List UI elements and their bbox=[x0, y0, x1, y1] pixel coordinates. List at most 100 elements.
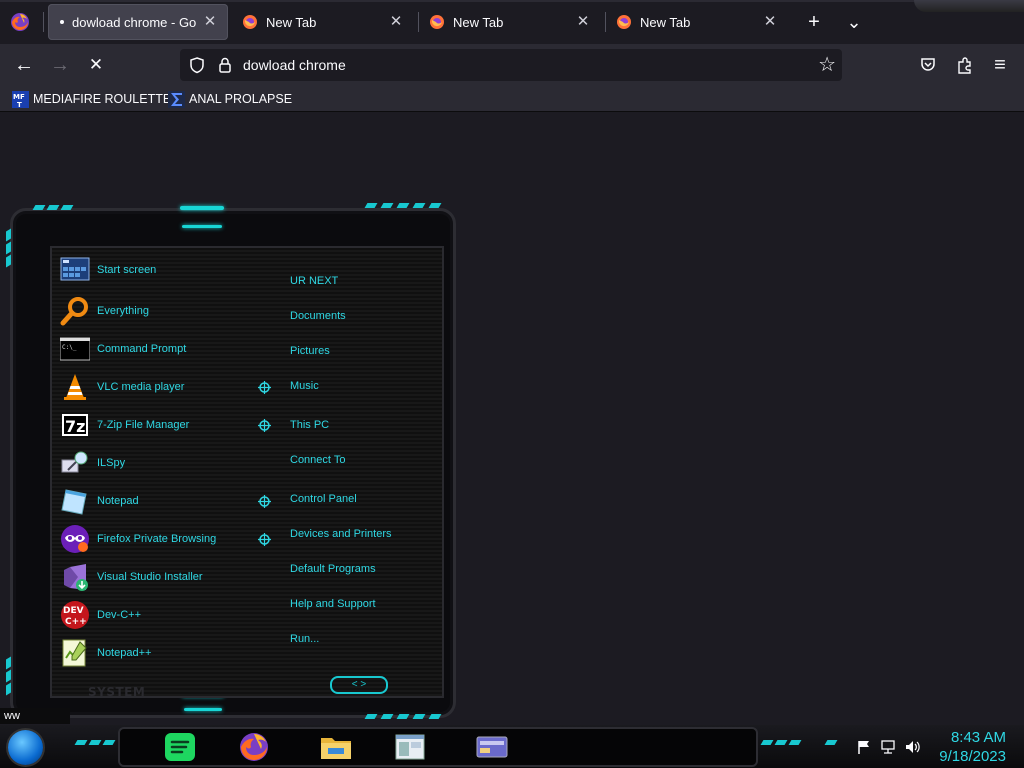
lock-icon[interactable] bbox=[216, 56, 234, 74]
firefox-icon[interactable] bbox=[8, 10, 32, 34]
taskbar-accent bbox=[788, 740, 802, 745]
devcpp-icon: DEV C++ bbox=[61, 601, 89, 629]
start-item-vlc[interactable]: VLC media player bbox=[60, 372, 184, 402]
sigma-icon bbox=[168, 90, 185, 108]
tab-list-button[interactable]: ⌄ bbox=[842, 10, 866, 34]
start-item-label: Notepad bbox=[97, 495, 139, 507]
tab-close-icon[interactable]: ✕ bbox=[575, 14, 591, 30]
taskbar-accent bbox=[824, 740, 838, 745]
bookmark-anal-prolapse[interactable]: ANAL PROLAPSE bbox=[168, 89, 292, 109]
firefox-icon bbox=[243, 15, 257, 29]
tab-separator bbox=[43, 12, 44, 32]
ilspy-icon bbox=[61, 451, 88, 473]
start-item-ilspy[interactable]: ILSpy bbox=[60, 448, 125, 478]
start-place-this-pc[interactable]: This PC bbox=[290, 419, 329, 431]
start-item-notepadpp[interactable]: Notepad++ bbox=[60, 638, 151, 668]
taskbar-accent bbox=[102, 740, 116, 745]
flag-icon[interactable] bbox=[856, 739, 872, 755]
start-place-ur-next[interactable]: UR NEXT bbox=[290, 275, 338, 287]
start-item-label: Notepad++ bbox=[97, 647, 152, 659]
svg-text:C:\_: C:\_ bbox=[62, 344, 77, 351]
tab-new-tab-2[interactable]: New Tab ✕ bbox=[419, 4, 601, 40]
svg-text:MF: MF bbox=[13, 93, 25, 101]
start-orb-button[interactable] bbox=[8, 730, 43, 765]
bookmark-mediafire-rouletter[interactable]: MF T MEDIAFIRE ROULETTER bbox=[12, 89, 180, 109]
back-button[interactable]: ← bbox=[11, 52, 37, 78]
start-item-notepad[interactable]: Notepad bbox=[60, 486, 139, 516]
address-bar[interactable]: dowload chrome ☆ bbox=[180, 49, 842, 81]
start-item-devcpp[interactable]: DEV C++ Dev-C++ bbox=[60, 600, 141, 630]
url-text[interactable]: dowload chrome bbox=[243, 57, 346, 73]
system-clock[interactable]: 8:43 AM 9/18/2023 bbox=[939, 728, 1006, 766]
network-icon[interactable] bbox=[880, 739, 896, 755]
spotify-icon[interactable] bbox=[162, 730, 198, 764]
app-menu-button[interactable]: ≡ bbox=[987, 52, 1013, 78]
svg-text:T: T bbox=[17, 101, 22, 108]
tab-title: New Tab bbox=[640, 14, 691, 30]
start-item-label: 7-Zip File Manager bbox=[97, 419, 190, 431]
start-place-devices-and-printers[interactable]: Devices and Printers bbox=[290, 528, 392, 540]
file-explorer-icon[interactable] bbox=[318, 730, 354, 764]
bookmark-label: ANAL PROLAPSE bbox=[189, 92, 293, 106]
volume-icon[interactable] bbox=[904, 739, 920, 755]
start-place-pictures[interactable]: Pictures bbox=[290, 345, 330, 357]
start-place-help-and-support[interactable]: Help and Support bbox=[290, 598, 376, 610]
bookmark-star-icon[interactable]: ☆ bbox=[818, 52, 836, 77]
new-tab-button[interactable]: + bbox=[802, 10, 826, 34]
everything-search-icon bbox=[60, 297, 88, 326]
loading-dot-icon bbox=[60, 20, 64, 24]
forward-button[interactable]: → bbox=[47, 52, 73, 78]
start-item-label: Start screen bbox=[97, 264, 157, 276]
submenu-arrow-icon bbox=[258, 533, 271, 546]
firefox-private-icon bbox=[61, 525, 89, 553]
tab-new-tab-3[interactable]: New Tab ✕ bbox=[606, 4, 788, 40]
bookmark-label: MEDIAFIRE ROULETTER bbox=[33, 92, 181, 106]
start-place-connect-to[interactable]: Connect To bbox=[290, 454, 345, 466]
tab-title: New Tab bbox=[453, 14, 504, 30]
start-item-visual-studio-installer[interactable]: Visual Studio Installer bbox=[60, 562, 203, 592]
start-item-label: Firefox Private Browsing bbox=[97, 533, 217, 545]
window-app-icon[interactable] bbox=[392, 730, 428, 764]
submenu-arrow-icon bbox=[258, 381, 271, 394]
submenu-arrow-icon bbox=[258, 419, 271, 432]
tab-title: dowload chrome - Goog bbox=[72, 14, 196, 30]
tab-close-icon[interactable]: ✕ bbox=[202, 14, 218, 30]
clock-time: 8:43 AM bbox=[950, 729, 1006, 746]
start-place-run[interactable]: Run... bbox=[290, 633, 319, 645]
command-prompt-icon: C:\_ bbox=[60, 337, 90, 361]
start-place-music[interactable]: Music bbox=[290, 380, 319, 392]
card-app-icon[interactable] bbox=[474, 730, 510, 764]
start-place-control-panel[interactable]: Control Panel bbox=[290, 493, 357, 505]
start-item-label: Dev-C++ bbox=[97, 609, 142, 621]
start-item-start-screen[interactable]: Start screen bbox=[60, 255, 156, 285]
bookmarks-toolbar: MF T MEDIAFIRE ROULETTER ANAL PROLAPSE bbox=[0, 86, 1024, 112]
frame-accent bbox=[364, 714, 378, 719]
frame-accent bbox=[380, 714, 394, 719]
start-item-firefox-private[interactable]: Firefox Private Browsing bbox=[60, 524, 216, 554]
tab-new-tab-1[interactable]: New Tab ✕ bbox=[232, 4, 414, 40]
start-item-everything[interactable]: Everything bbox=[60, 296, 149, 326]
firefox-icon[interactable] bbox=[236, 730, 272, 764]
start-menu-nav-arrows[interactable]: < > bbox=[330, 676, 388, 694]
start-item-command-prompt[interactable]: C:\_ Command Prompt bbox=[60, 334, 186, 364]
frame-accent bbox=[396, 714, 410, 719]
desktop: dowload chrome - Goog ✕ New Tab ✕ New Ta… bbox=[0, 0, 1024, 768]
frame-accent bbox=[412, 714, 426, 719]
tab-dowload-chrome[interactable]: dowload chrome - Goog ✕ bbox=[48, 4, 228, 40]
frame-accent bbox=[184, 708, 222, 711]
tab-close-icon[interactable]: ✕ bbox=[762, 14, 778, 30]
taskbar-accent bbox=[74, 740, 88, 745]
vlc-icon bbox=[64, 374, 86, 400]
extensions-icon[interactable] bbox=[955, 55, 975, 75]
pocket-icon[interactable] bbox=[919, 56, 937, 74]
start-place-documents[interactable]: Documents bbox=[290, 310, 346, 322]
notepad-icon bbox=[61, 489, 87, 515]
tab-close-icon[interactable]: ✕ bbox=[388, 14, 404, 30]
tracking-shield-icon[interactable] bbox=[188, 56, 206, 74]
start-item-7zip[interactable]: 7z 7-Zip File Manager bbox=[60, 410, 189, 440]
start-item-label: VLC media player bbox=[97, 381, 185, 393]
tab-strip: dowload chrome - Goog ✕ New Tab ✕ New Ta… bbox=[0, 0, 1024, 44]
tab-title: New Tab bbox=[266, 14, 317, 30]
stop-button[interactable]: ✕ bbox=[83, 52, 109, 78]
start-place-default-programs[interactable]: Default Programs bbox=[290, 563, 376, 575]
